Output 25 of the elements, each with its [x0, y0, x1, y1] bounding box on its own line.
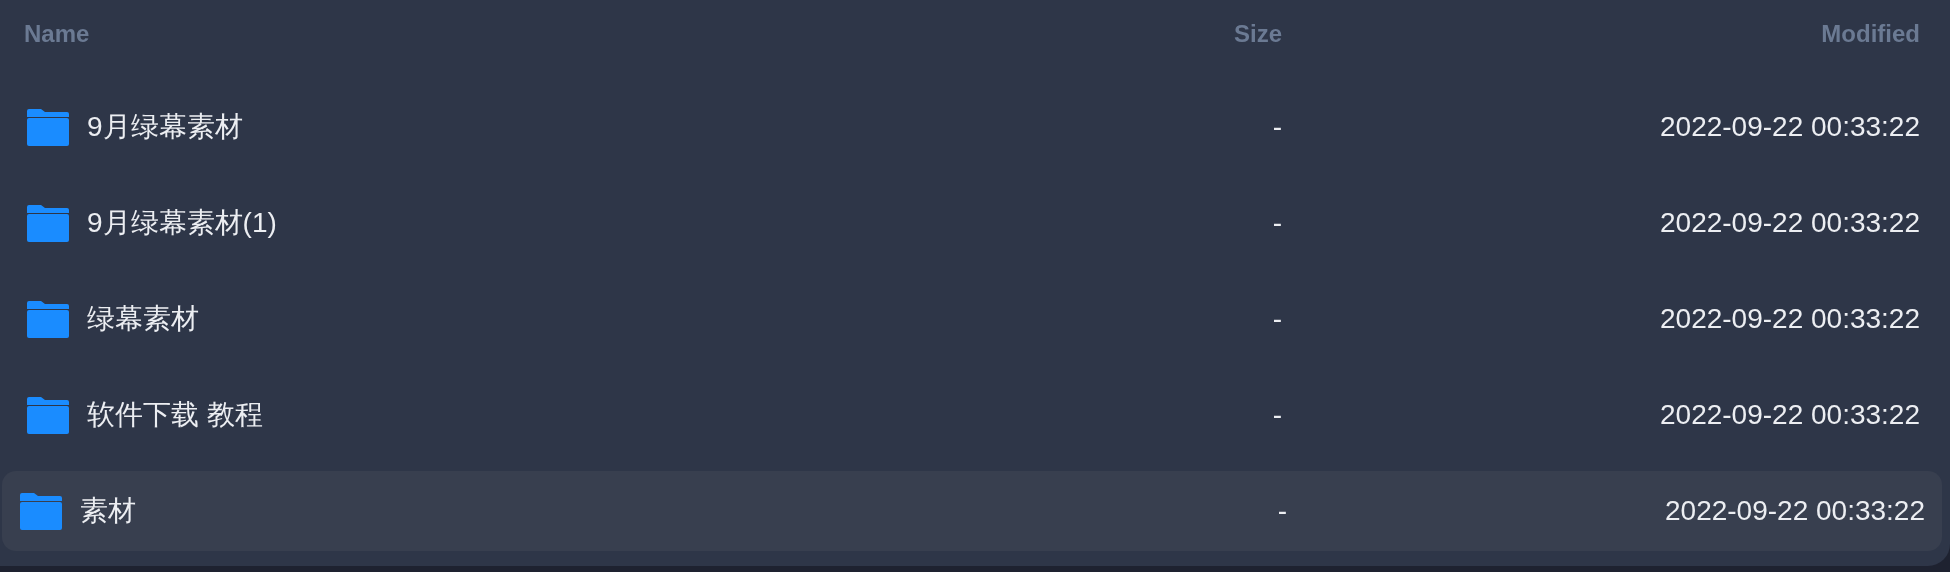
file-name: 9月绿幕素材 [87, 110, 243, 144]
folder-icon [27, 108, 69, 146]
folder-icon [27, 204, 69, 242]
folder-icon [27, 300, 69, 338]
file-name: 9月绿幕素材(1) [87, 206, 277, 240]
file-size: - [1271, 111, 1282, 143]
file-size: - [1271, 303, 1282, 335]
modified-date: 2022-09-22 00:33:22 [1664, 495, 1925, 527]
file-row[interactable]: 素材 - 2022-09-22 00:33:22 [2, 471, 1942, 551]
file-name: 绿幕素材 [87, 302, 199, 336]
file-row[interactable]: 9月绿幕素材(1) - 2022-09-22 00:33:22 [0, 175, 1950, 271]
file-row[interactable]: 软件下载 教程 - 2022-09-22 00:33:22 [0, 367, 1950, 463]
modified-date: 2022-09-22 00:33:22 [1659, 399, 1920, 431]
file-size: - [1276, 495, 1287, 527]
file-size: - [1271, 399, 1282, 431]
file-row[interactable]: 9月绿幕素材 - 2022-09-22 00:33:22 [0, 79, 1950, 175]
file-row[interactable]: 绿幕素材 - 2022-09-22 00:33:22 [0, 271, 1950, 367]
modified-date: 2022-09-22 00:33:22 [1659, 111, 1920, 143]
folder-icon [20, 492, 62, 530]
file-size: - [1271, 207, 1282, 239]
file-name: 软件下载 教程 [87, 398, 263, 432]
modified-date: 2022-09-22 00:33:22 [1659, 303, 1920, 335]
file-name: 素材 [80, 494, 136, 528]
modified-date: 2022-09-22 00:33:22 [1659, 207, 1920, 239]
folder-icon [27, 396, 69, 434]
